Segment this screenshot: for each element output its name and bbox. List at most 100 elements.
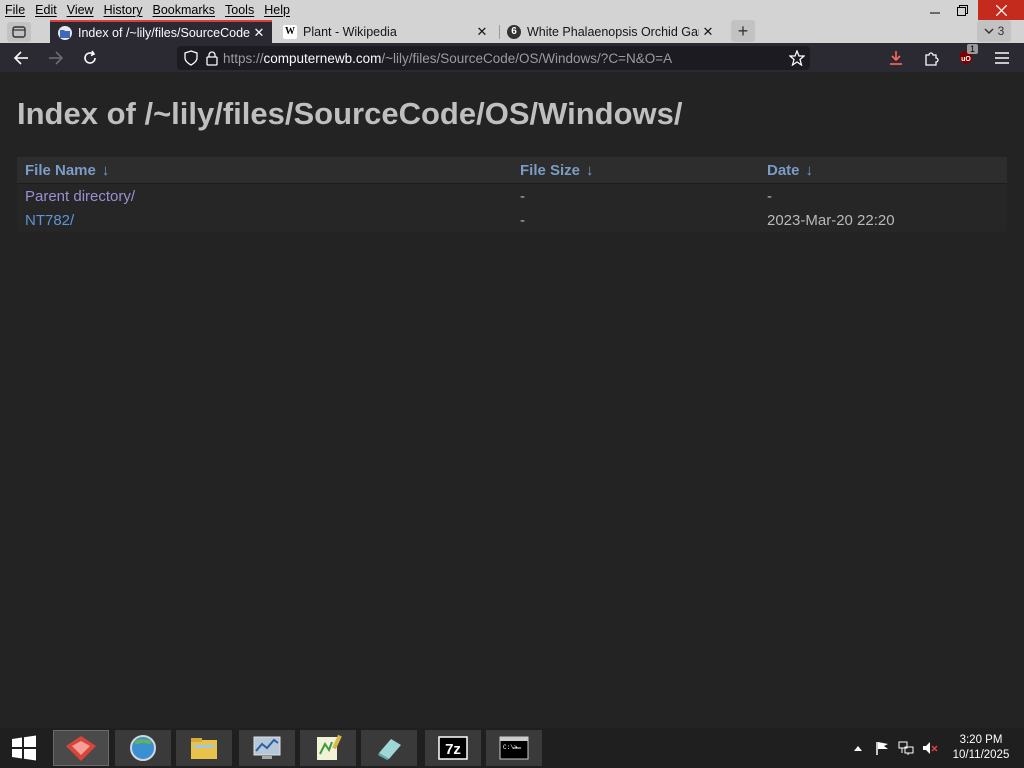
notepad-icon [317,734,342,760]
site-icon: 6 [507,24,521,39]
clock-date: 10/11/2025 [952,749,1010,761]
shield-icon[interactable] [183,50,199,66]
app-window-icon [66,736,96,761]
volume-muted[interactable] [922,740,938,756]
monitor-icon [253,736,281,759]
column-header-file-size[interactable]: File Size ↓ [512,162,759,179]
reload-button[interactable] [78,46,102,70]
minimize-button[interactable] [920,0,950,20]
extension-badge: 1 [967,44,979,54]
tab-title: Plant - Wikipedia [303,24,397,39]
globe-icon [130,735,156,761]
speaker-muted-icon [923,742,938,754]
column-label: Date [767,161,800,179]
close-tab-icon[interactable]: ✕ [473,24,491,40]
action-center-flag[interactable] [874,740,890,756]
tab-orchid[interactable]: 6 White Phalaenopsis Orchid Garc ✕ [499,20,721,43]
terminal-icon: C:\> [499,736,529,760]
tab-plant-wikipedia[interactable]: W Plant - Wikipedia ✕ [275,20,495,43]
url-bar[interactable]: https://computernewb.com/~lily/files/Sou… [177,46,810,70]
network-status[interactable] [898,740,914,756]
7zip-icon: 7z [438,736,468,760]
taskbar: 7z C:\> 3:20 PM 10/11/2025 [0,728,1024,768]
nt782-folder-link[interactable]: NT782/ [25,212,74,229]
file-size-cell: - [520,187,525,205]
restore-icon [956,4,968,16]
column-label: File Size [520,161,581,179]
taskbar-app-eraser[interactable] [361,730,417,766]
list-all-tabs-button[interactable]: 3 [977,20,1011,42]
tab-title: Index of /~lily/files/SourceCode [78,25,250,40]
menu-bar: File Edit View History Bookmarks Tools H… [0,0,1024,20]
url-scheme: https:// [223,50,264,66]
file-size-cell: - [520,211,525,229]
taskbar-app-notepad-plus[interactable] [300,730,356,766]
menu-help[interactable]: Help [259,0,295,20]
taskbar-app-firefox[interactable] [53,730,109,766]
eraser-icon [378,739,401,760]
start-button[interactable] [0,730,48,766]
tab-index-of[interactable]: Index of /~lily/files/SourceCode ✕ [50,20,272,43]
windows-logo-icon [12,735,36,761]
firefox-view-icon [12,26,26,38]
taskbar-app-file-explorer[interactable] [176,730,232,766]
close-tab-icon[interactable]: ✕ [699,24,717,40]
extensions-button[interactable] [919,46,943,70]
menu-view[interactable]: View [62,0,99,20]
bookmark-star-button[interactable] [785,46,809,70]
wikipedia-icon: W [283,24,297,39]
menu-file[interactable]: File [0,0,30,20]
lock-icon[interactable] [205,50,219,66]
tab-title: White Phalaenopsis Orchid Garc [527,24,699,39]
taskbar-app-command-prompt[interactable]: C:\> [486,730,542,766]
chevron-up-icon [854,746,862,751]
sort-arrow-icon: ↓ [805,161,814,179]
show-hidden-icons-button[interactable] [850,740,866,756]
star-icon [789,50,805,66]
date-cell: 2023-Mar-20 22:20 [767,211,895,229]
column-label: File Name [25,161,96,179]
url-host: computernewb.com [263,50,382,66]
folder-icon [58,25,72,40]
arrow-left-icon [13,51,28,65]
ublock-extension-button[interactable]: uO 1 [954,44,979,70]
back-button[interactable] [9,46,33,70]
downloads-button[interactable] [884,46,908,70]
tab-strip: Index of /~lily/files/SourceCode ✕ W Pla… [0,20,1024,43]
file-name-cell: NT782/ [17,212,512,229]
table-header: File Name ↓ File Size ↓ Date ↓ [17,157,1007,184]
reload-icon [84,50,96,64]
restore-button[interactable] [947,0,977,20]
svg-text:uO: uO [961,56,971,63]
sort-arrow-icon: ↓ [586,161,594,179]
flag-icon [876,742,888,755]
close-window-button[interactable] [978,0,1024,20]
new-tab-button[interactable]: + [731,20,755,42]
table-row: Parent directory/ - - [17,184,1007,208]
taskbar-app-monitor[interactable] [239,730,295,766]
menu-tools[interactable]: Tools [220,0,259,20]
column-header-file-name[interactable]: File Name ↓ [17,162,512,179]
taskbar-app-7zip[interactable]: 7z [425,730,481,766]
date-cell: - [767,187,772,205]
system-clock[interactable]: 3:20 PM 10/11/2025 [946,733,1016,763]
hamburger-menu-icon [995,52,1009,64]
svg-text:7z: 7z [445,741,461,758]
forward-button[interactable] [44,46,68,70]
taskbar-app-browser[interactable] [115,730,171,766]
app-menu-button[interactable] [990,46,1014,70]
menu-bookmarks[interactable]: Bookmarks [148,0,221,20]
sort-arrow-icon: ↓ [101,161,110,179]
url-text[interactable]: https://computernewb.com/~lily/files/Sou… [223,51,672,66]
chevron-down-icon [984,27,994,34]
firefox-view-button[interactable] [7,22,31,42]
minimize-icon [930,12,940,14]
menu-history[interactable]: History [99,0,148,20]
close-tab-icon[interactable]: ✕ [250,25,268,41]
plus-icon: + [737,20,749,41]
clock-time: 3:20 PM [959,734,1003,746]
column-header-date[interactable]: Date ↓ [759,162,1007,179]
parent-directory-link[interactable]: Parent directory/ [25,188,135,205]
menu-edit[interactable]: Edit [30,0,62,20]
tab-count: 3 [997,24,1005,38]
